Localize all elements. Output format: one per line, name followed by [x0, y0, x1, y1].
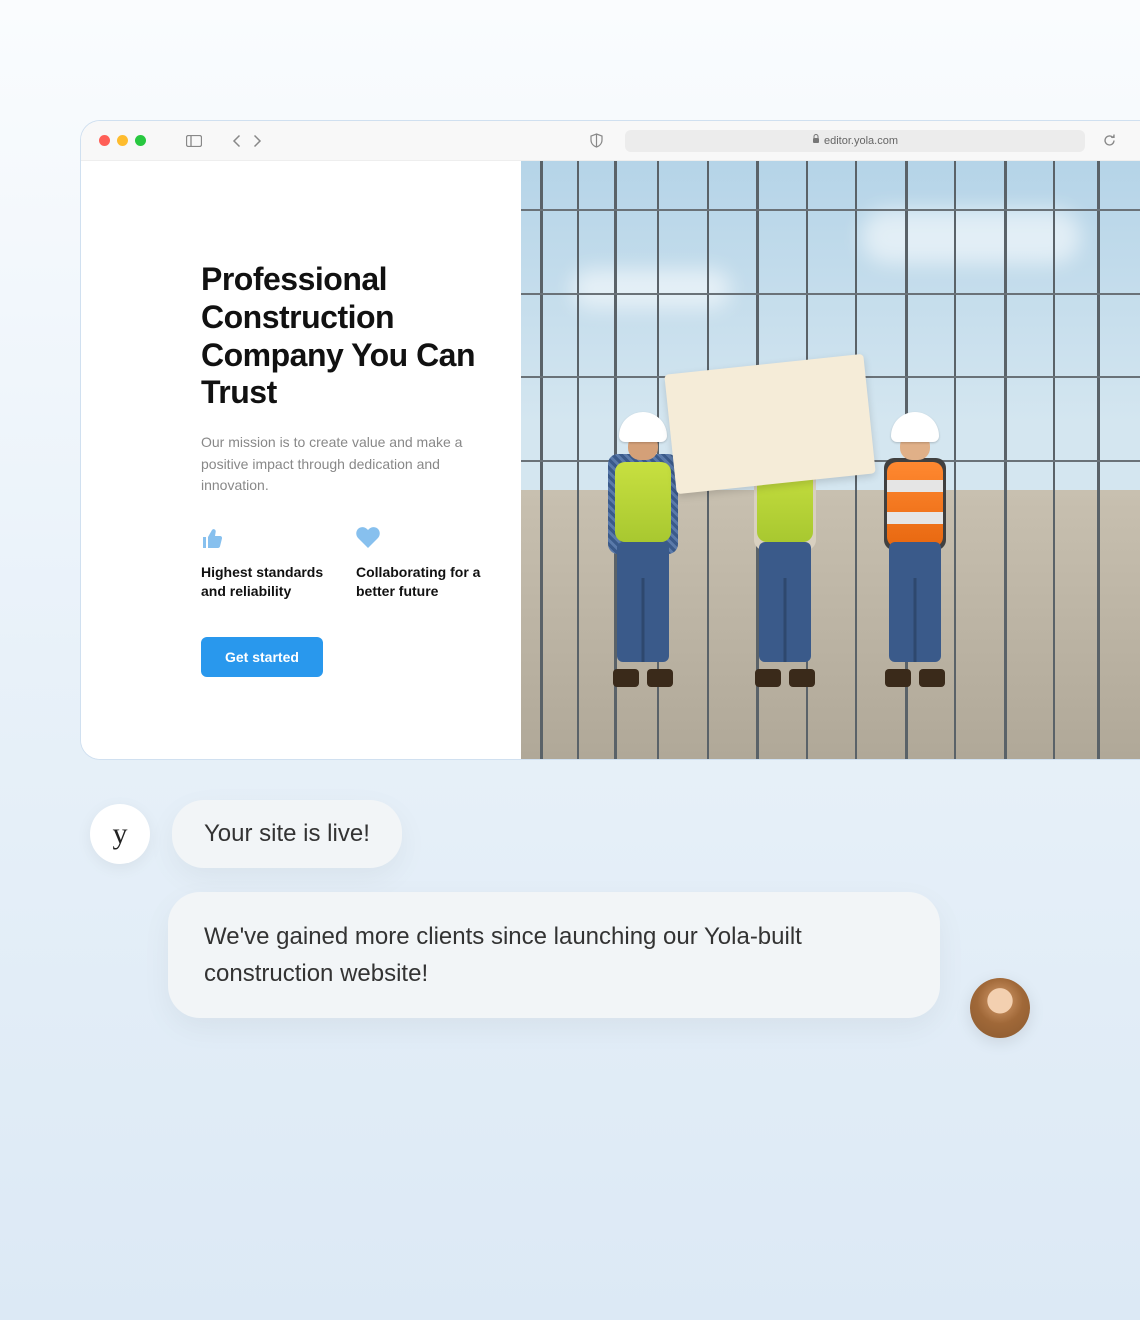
- hero-title: Professional Construction Company You Ca…: [201, 261, 491, 412]
- feature-item: Highest standards and reliability: [201, 527, 336, 601]
- chat-message: y Your site is live!: [90, 800, 940, 868]
- feature-list: Highest standards and reliability Collab…: [201, 527, 491, 601]
- url-text: editor.yola.com: [824, 135, 898, 147]
- hero-subtitle: Our mission is to create value and make …: [201, 432, 491, 497]
- close-window-button[interactable]: [99, 135, 110, 146]
- window-controls: [99, 135, 146, 146]
- hero-image: [521, 161, 1140, 759]
- browser-window: editor.yola.com Professional Constructio…: [80, 120, 1140, 760]
- chat-message: We've gained more clients since launchin…: [168, 892, 940, 1018]
- feature-item: Collaborating for a better future: [356, 527, 491, 601]
- chat-bubble: Your site is live!: [172, 800, 402, 868]
- feature-text: Highest standards and reliability: [201, 563, 336, 601]
- url-bar[interactable]: editor.yola.com: [625, 130, 1085, 152]
- browser-toolbar: editor.yola.com: [81, 121, 1140, 161]
- chat-bubble: We've gained more clients since launchin…: [168, 892, 940, 1018]
- feature-text: Collaborating for a better future: [356, 563, 491, 601]
- website-preview: Professional Construction Company You Ca…: [81, 161, 1140, 759]
- lock-icon: [812, 134, 820, 147]
- yola-logo-letter: y: [113, 817, 128, 851]
- minimize-window-button[interactable]: [117, 135, 128, 146]
- forward-button[interactable]: [253, 134, 262, 148]
- sidebar-toggle-icon[interactable]: [186, 135, 202, 147]
- hero-section: Professional Construction Company You Ca…: [81, 161, 521, 759]
- thumbs-up-icon: [201, 527, 336, 551]
- privacy-shield-icon[interactable]: [590, 133, 603, 148]
- maximize-window-button[interactable]: [135, 135, 146, 146]
- heart-icon: [356, 527, 491, 551]
- refresh-button[interactable]: [1097, 134, 1122, 147]
- user-avatar: [970, 978, 1030, 1038]
- yola-avatar: y: [90, 804, 150, 864]
- get-started-button[interactable]: Get started: [201, 637, 323, 677]
- back-button[interactable]: [232, 134, 241, 148]
- chat-area: y Your site is live! We've gained more c…: [90, 800, 940, 1042]
